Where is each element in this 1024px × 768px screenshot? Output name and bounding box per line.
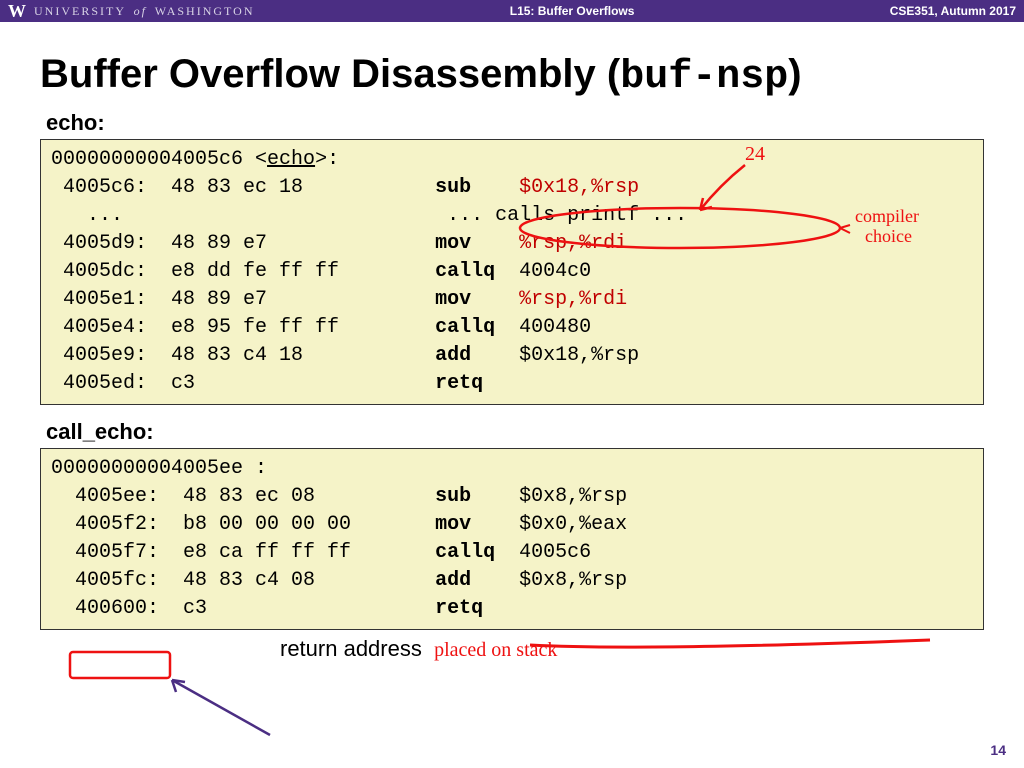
uw-logo: W (8, 1, 26, 22)
echo-codebox: 00000000004005c6 <echo>: 4005c6: 48 83 e… (40, 139, 984, 405)
call-echo-label: call_echo: (46, 419, 984, 445)
slide-title: Buffer Overflow Disassembly (buf-nsp) (40, 52, 984, 100)
slide-content: Buffer Overflow Disassembly (buf-nsp) ec… (0, 22, 1024, 662)
university-name: UNIVERSITY of WASHINGTON (34, 4, 254, 19)
lecture-title: L15: Buffer Overflows (254, 4, 889, 18)
course-term: CSE351, Autumn 2017 (890, 4, 1016, 18)
page-number: 14 (990, 742, 1006, 758)
slide-header: W UNIVERSITY of WASHINGTON L15: Buffer O… (0, 0, 1024, 22)
echo-label: echo: (46, 110, 984, 136)
return-address-caption: return address placed on stack (280, 636, 984, 662)
call-echo-codebox: 00000000004005ee : 4005ee: 48 83 ec 08 s… (40, 448, 984, 630)
